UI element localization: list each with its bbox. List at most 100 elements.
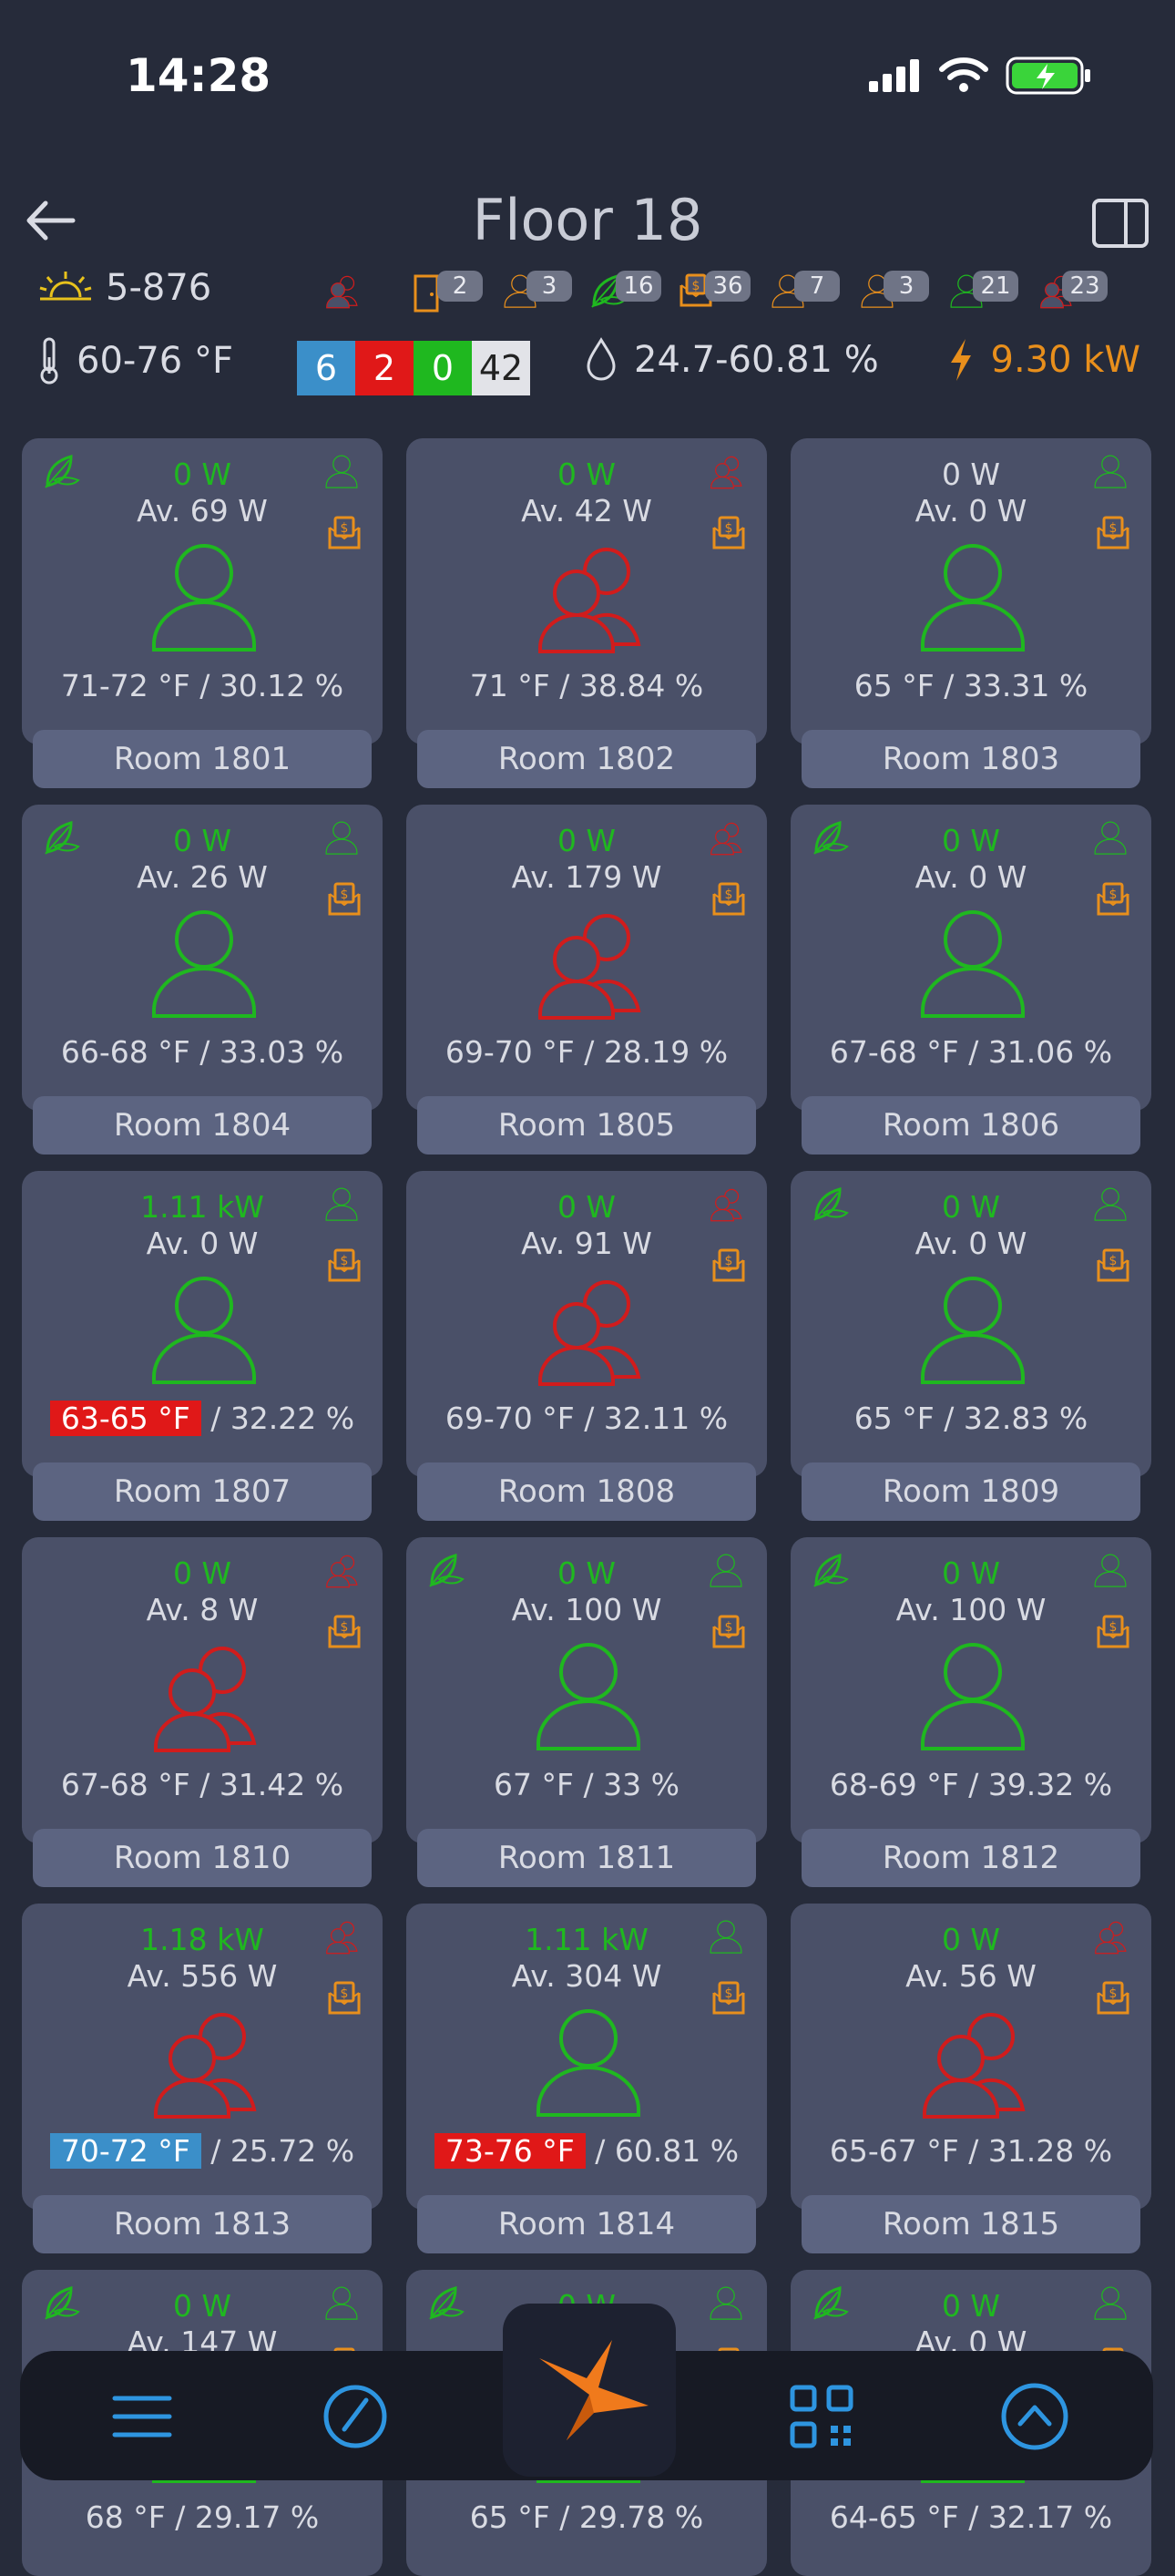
room-card[interactable]: $ 0 W Av. 100 W 68-69 °F / 39.32 % Room 18… [791, 1537, 1151, 1887]
room-power: 0 W [557, 457, 617, 492]
room-average-power: Av. 0 W [914, 1226, 1027, 1261]
total-power-value: 9.30 kW [990, 339, 1141, 381]
status-icons [867, 55, 1093, 97]
room-card[interactable]: $ 0 W Av. 0 W 65 °F / 33.31 % Room 1803 [791, 438, 1151, 788]
room-card[interactable]: $ 0 W Av. 0 W 67-68 °F / 31.06 % Room 1806 [791, 805, 1151, 1155]
room-card[interactable]: $ 0 W Av. 100 W 67 °F / 33 % Room 1811 [406, 1537, 767, 1887]
counter-badge: 23 [1062, 271, 1108, 302]
room-card[interactable]: $ 1.18 kW Av. 556 W 70-72 °F / 25.72 % Roo… [22, 1904, 383, 2253]
room-card[interactable]: $ 0 W Av. 179 W 69-70 °F / 28.19 % Room 18… [406, 805, 767, 1155]
room-climate: 67-68 °F / 31.42 % [22, 1767, 383, 1802]
room-climate: 66-68 °F / 33.03 % [22, 1034, 383, 1070]
thermometer-icon [40, 337, 58, 385]
counter-guest[interactable]: 3 [856, 267, 929, 318]
summary-row: 5-876 2 3 16 $ 36 7 3 21 23 [38, 267, 1149, 322]
vacant-person-icon [520, 2002, 657, 2124]
humidity-value: / 33 % [574, 1767, 679, 1802]
counter-badge: 2 [437, 271, 483, 302]
room-name[interactable]: Room 1807 [33, 1462, 372, 1521]
room-name[interactable]: Room 1812 [802, 1829, 1140, 1887]
room-climate: 68 °F / 29.17 % [22, 2499, 383, 2535]
room-power: 1.11 kW [140, 1189, 264, 1225]
temperature-value: 69-70 °F [444, 1401, 575, 1436]
wifi-icon [939, 57, 988, 92]
temperature-range-value: 60-76 °F [77, 340, 233, 382]
room-name[interactable]: Room 1804 [33, 1096, 372, 1155]
counter-door[interactable]: 2 [410, 267, 483, 318]
humidity-value: / 32.83 % [934, 1401, 1088, 1436]
cellular-signal-icon [869, 59, 919, 92]
room-name[interactable]: Room 1810 [33, 1829, 372, 1887]
temperature-value: 67-68 °F [60, 1767, 190, 1802]
vacant-person-icon [904, 1636, 1041, 1758]
room-name[interactable]: Room 1808 [417, 1462, 756, 1521]
room-card[interactable]: $ 0 W Av. 69 W 71-72 °F / 30.12 % Room 180… [22, 438, 383, 788]
sidebar-toggle-icon[interactable] [1091, 198, 1149, 249]
room-card[interactable]: $ 0 W Av. 0 W 65 °F / 32.83 % Room 1809 [791, 1171, 1151, 1521]
qr-code-icon[interactable] [783, 2378, 860, 2455]
room-card[interactable]: $ 0 W Av. 42 W 71 °F / 38.84 % Room 1802 [406, 438, 767, 788]
occupied-person-icon [520, 1269, 657, 1391]
temperature-range: 60-76 °F [38, 337, 233, 385]
room-climate: 71 °F / 38.84 % [406, 668, 767, 703]
metrics-row: 60-76 °F 6 2 0 42 24.7-60.81 % 9.30 kW [38, 337, 1149, 401]
occupied-person-icon [904, 2002, 1041, 2124]
dashboard-gauge-icon[interactable] [317, 2378, 393, 2455]
counter-billing[interactable]: $ 36 [678, 267, 751, 318]
room-name[interactable]: Room 1814 [417, 2195, 756, 2253]
room-power: 0 W [941, 1189, 1001, 1225]
counter-badge: 16 [616, 271, 661, 302]
room-name[interactable]: Room 1801 [33, 730, 372, 788]
counter-vacant[interactable]: 21 [945, 267, 1018, 318]
status-counters: 2 3 16 $ 36 7 3 21 23 [321, 267, 1108, 318]
counter-occupied-red[interactable]: 23 [1035, 267, 1108, 318]
humidity-value: / 31.28 % [958, 2133, 1113, 2169]
room-name[interactable]: Room 1809 [802, 1462, 1140, 1521]
room-power: 0 W [172, 823, 232, 858]
status-tally: 6 2 0 42 [297, 341, 530, 395]
home-logo-button[interactable] [503, 2304, 676, 2477]
occupied-person-icon [520, 537, 657, 659]
room-climate: 73-76 °F / 60.81 % [406, 2133, 767, 2169]
temperature-value: 67-68 °F [829, 1034, 959, 1070]
lightning-icon [950, 339, 971, 381]
menu-icon[interactable] [104, 2378, 180, 2455]
room-name[interactable]: Room 1802 [417, 730, 756, 788]
room-average-power: Av. 26 W [137, 859, 268, 895]
room-climate: 64-65 °F / 32.17 % [791, 2499, 1151, 2535]
room-name[interactable]: Room 1805 [417, 1096, 756, 1155]
temperature-value: 65-67 °F [829, 2133, 959, 2169]
humidity-value: / 28.19 % [574, 1034, 729, 1070]
room-climate: 67 °F / 33 % [406, 1767, 767, 1802]
room-power: 0 W [941, 1922, 1001, 1957]
counter-checkout[interactable]: 7 [767, 267, 840, 318]
room-name[interactable]: Room 1815 [802, 2195, 1140, 2253]
humidity-value: / 30.12 % [189, 668, 344, 703]
room-name[interactable]: Room 1806 [802, 1096, 1140, 1155]
humidity-value: / 31.06 % [958, 1034, 1113, 1070]
tally-count: 0 [414, 341, 472, 395]
room-power: 0 W [172, 457, 232, 492]
counter-occupied[interactable] [321, 267, 390, 318]
room-card[interactable]: $ 0 W Av. 26 W 66-68 °F / 33.03 % Room 180… [22, 805, 383, 1155]
room-card[interactable]: $ 1.11 kW Av. 304 W 73-76 °F / 60.81 % Roo… [406, 1904, 767, 2253]
counter-housekeeping[interactable]: 3 [499, 267, 572, 318]
room-name[interactable]: Room 1811 [417, 1829, 756, 1887]
room-card[interactable]: $ 0 W Av. 91 W 69-70 °F / 32.11 % Room 180… [406, 1171, 767, 1521]
temperature-value: 68 °F [85, 2499, 166, 2535]
room-climate: 70-72 °F / 25.72 % [22, 2133, 383, 2169]
room-card[interactable]: $ 0 W Av. 56 W 65-67 °F / 31.28 % Room 181… [791, 1904, 1151, 2253]
room-card[interactable]: $ 0 W Av. 8 W 67-68 °F / 31.42 % Room 1810 [22, 1537, 383, 1887]
room-climate: 69-70 °F / 28.19 % [406, 1034, 767, 1070]
room-name[interactable]: Room 1813 [33, 2195, 372, 2253]
counter-eco-leaf[interactable]: 16 [588, 267, 661, 318]
room-power: 0 W [941, 457, 1001, 492]
room-power: 0 W [557, 1189, 617, 1225]
bottom-navigation [20, 2304, 1153, 2480]
scroll-top-icon[interactable] [996, 2378, 1073, 2455]
tally-count: 6 [297, 341, 355, 395]
room-climate: 65 °F / 29.78 % [406, 2499, 767, 2535]
room-card[interactable]: $ 1.11 kW Av. 0 W 63-65 °F / 32.22 % Room … [22, 1171, 383, 1521]
room-name[interactable]: Room 1803 [802, 730, 1140, 788]
humidity-value: / 39.32 % [958, 1767, 1113, 1802]
